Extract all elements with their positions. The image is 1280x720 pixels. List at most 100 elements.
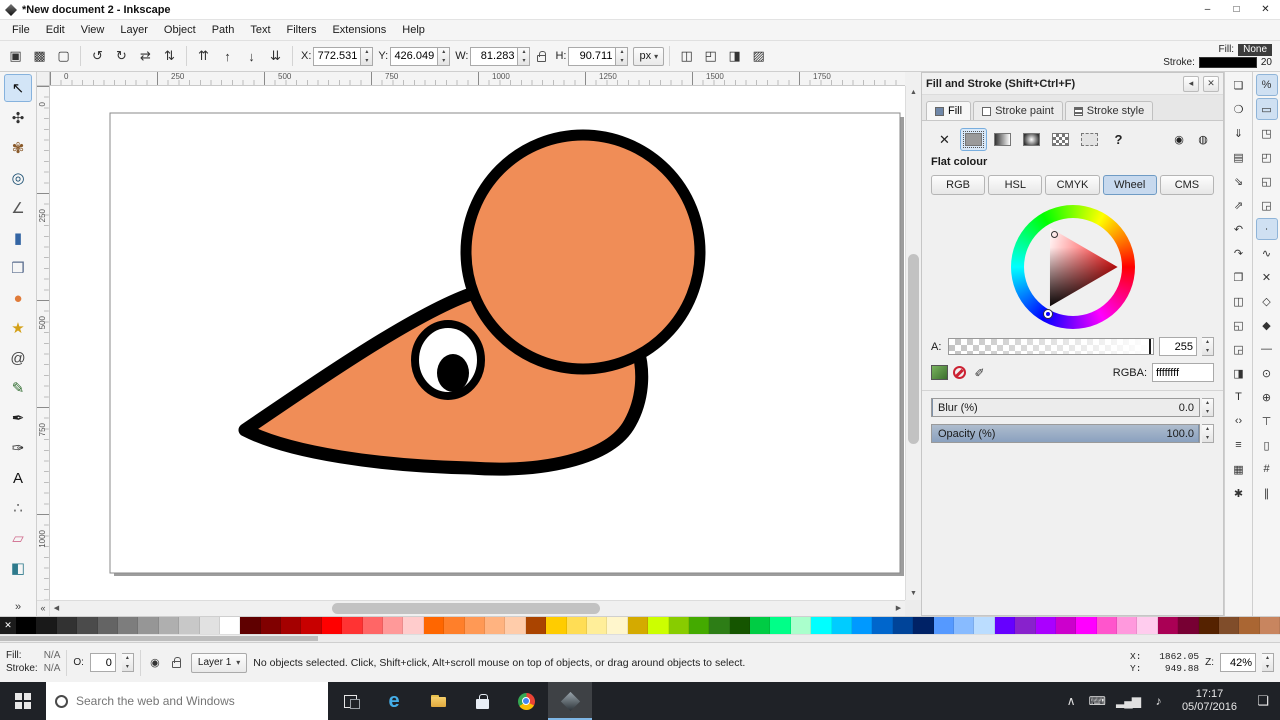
palette-swatch[interactable] (893, 617, 913, 634)
raise-to-top-button[interactable]: ⇈ (192, 45, 215, 68)
menu-help[interactable]: Help (394, 22, 433, 38)
menu-extensions[interactable]: Extensions (324, 22, 394, 38)
rgba-input[interactable] (1152, 363, 1214, 382)
text-and-font-dialog-button[interactable]: T (1228, 386, 1250, 408)
task-view-button[interactable] (328, 682, 372, 720)
print-document-button[interactable]: ▤ (1228, 146, 1250, 168)
flip-vertical-button[interactable]: ⇅ (158, 45, 181, 68)
horizontal-scrollbar-thumb[interactable] (332, 603, 600, 614)
palette-swatch[interactable] (281, 617, 301, 634)
width-input[interactable] (470, 47, 518, 66)
y-spinner[interactable]: ▴▾ (438, 47, 450, 66)
swatches-icon[interactable] (931, 365, 948, 380)
palette-swatch[interactable] (872, 617, 892, 634)
volume-icon[interactable]: ♪ (1151, 694, 1165, 708)
menu-layer[interactable]: Layer (112, 22, 156, 38)
colour-wheel[interactable] (1011, 205, 1135, 329)
palette-swatch[interactable] (1260, 617, 1280, 634)
palette-swatch[interactable] (628, 617, 648, 634)
snap-rotation-centers-button[interactable]: ⊕ (1256, 386, 1278, 408)
open-document-button[interactable]: ❍ (1228, 98, 1250, 120)
document-properties-button[interactable]: ▦ (1228, 458, 1250, 480)
panel-collapse-button[interactable]: ◂ (1183, 76, 1199, 92)
tool-ellipse[interactable]: ● (4, 284, 32, 312)
palette-swatch[interactable] (342, 617, 362, 634)
snap-text-baselines-button[interactable]: ⊤ (1256, 410, 1278, 432)
colour-marker[interactable] (1051, 231, 1058, 238)
palette-swatch[interactable] (730, 617, 750, 634)
move-patterns-button[interactable]: ▨ (747, 45, 770, 68)
chevron-up-icon[interactable]: ∧ (1064, 694, 1078, 708)
scroll-down-arrow[interactable]: ▼ (906, 587, 921, 600)
palette-swatch[interactable] (138, 617, 158, 634)
tool-pencil[interactable]: ✎ (4, 374, 32, 402)
snap-paths-button[interactable]: ∿ (1256, 242, 1278, 264)
hue-marker[interactable] (1044, 310, 1052, 318)
palette-swatch[interactable] (403, 617, 423, 634)
palette-swatch[interactable] (770, 617, 790, 634)
mode-cms-button[interactable]: CMS (1160, 175, 1214, 195)
zoom-spinner[interactable]: ▴▾ (1262, 653, 1274, 672)
tool-rectangle[interactable]: ▮ (4, 224, 32, 252)
file-explorer-button[interactable] (416, 682, 460, 720)
layer-selector[interactable]: Layer 1 ▾ (191, 653, 247, 673)
palette-swatch[interactable] (240, 617, 260, 634)
mode-cmyk-button[interactable]: CMYK (1045, 175, 1099, 195)
maximize-button[interactable]: □ (1222, 0, 1251, 19)
palette-swatch[interactable] (1137, 617, 1157, 634)
lower-button[interactable]: ↓ (240, 45, 263, 68)
palette-swatch[interactable] (995, 617, 1015, 634)
toolbox-overflow-button[interactable]: » (4, 601, 32, 613)
palette-swatch[interactable] (1056, 617, 1076, 634)
zoom-input[interactable] (1220, 653, 1256, 672)
linear-gradient-button[interactable] (989, 128, 1016, 151)
object-opacity-input[interactable] (90, 653, 116, 672)
snap-bbox-edges-button[interactable]: ◳ (1256, 122, 1278, 144)
copy-button[interactable]: ❐ (1228, 266, 1250, 288)
tool-calligraphy[interactable]: ✑ (4, 434, 32, 462)
palette-swatch[interactable] (791, 617, 811, 634)
palette-swatch[interactable] (118, 617, 138, 634)
palette-swatch[interactable] (322, 617, 342, 634)
x-spinner[interactable]: ▴▾ (361, 47, 373, 66)
taskbar-search-box[interactable] (46, 682, 328, 720)
palette-swatch[interactable] (811, 617, 831, 634)
no-colour-icon[interactable] (953, 366, 966, 379)
fill-rule-even-odd-button[interactable]: ◍ (1192, 130, 1214, 150)
palette-swatch[interactable] (689, 617, 709, 634)
flat-colour-button[interactable] (960, 128, 987, 151)
canvas[interactable] (50, 86, 905, 600)
swatch-button[interactable] (1076, 128, 1103, 151)
radial-gradient-button[interactable] (1018, 128, 1045, 151)
palette-swatch[interactable] (363, 617, 383, 634)
snap-page-border-button[interactable]: ▯ (1256, 434, 1278, 456)
edge-button[interactable] (372, 682, 416, 720)
palette-swatch[interactable] (934, 617, 954, 634)
palette-swatch[interactable] (1117, 617, 1137, 634)
eyedropper-icon[interactable]: ✐ (971, 365, 988, 380)
blur-spinner[interactable]: ▴▾ (1202, 398, 1214, 417)
palette-swatch[interactable] (200, 617, 220, 634)
opacity-spinner[interactable]: ▴▾ (1202, 424, 1214, 443)
touch-keyboard-icon[interactable]: ⌨ (1089, 694, 1105, 708)
object-opacity-spinner[interactable]: ▴▾ (122, 653, 134, 672)
snap-cusp-nodes-button[interactable]: ◇ (1256, 290, 1278, 312)
snap-path-intersections-button[interactable]: ✕ (1256, 266, 1278, 288)
tool-node-editor[interactable]: ✣ (4, 104, 32, 132)
zoom-to-drawing-button[interactable]: ◲ (1228, 338, 1250, 360)
tool-tweak[interactable]: ✾ (4, 134, 32, 162)
palette-swatch[interactable] (301, 617, 321, 634)
palette-swatch[interactable] (567, 617, 587, 634)
zoom-to-selection-button[interactable]: ◱ (1228, 314, 1250, 336)
panel-close-button[interactable]: ✕ (1203, 76, 1219, 92)
taskbar-clock[interactable]: 17:17 05/07/2016 (1173, 682, 1246, 720)
palette-swatch[interactable] (1097, 617, 1117, 634)
opacity-slider[interactable]: Opacity (%) 100.0 (931, 424, 1200, 443)
layer-visibility-icon[interactable]: ◉ (147, 655, 163, 671)
fill-rule-nonzero-button[interactable]: ◉ (1168, 130, 1190, 150)
alpha-slider-handle[interactable] (1149, 339, 1151, 354)
palette-swatch[interactable] (57, 617, 77, 634)
snap-line-midpoints-button[interactable]: — (1256, 338, 1278, 360)
vertical-scrollbar[interactable]: ▲ ▼ (905, 86, 921, 600)
y-input[interactable] (390, 47, 438, 66)
